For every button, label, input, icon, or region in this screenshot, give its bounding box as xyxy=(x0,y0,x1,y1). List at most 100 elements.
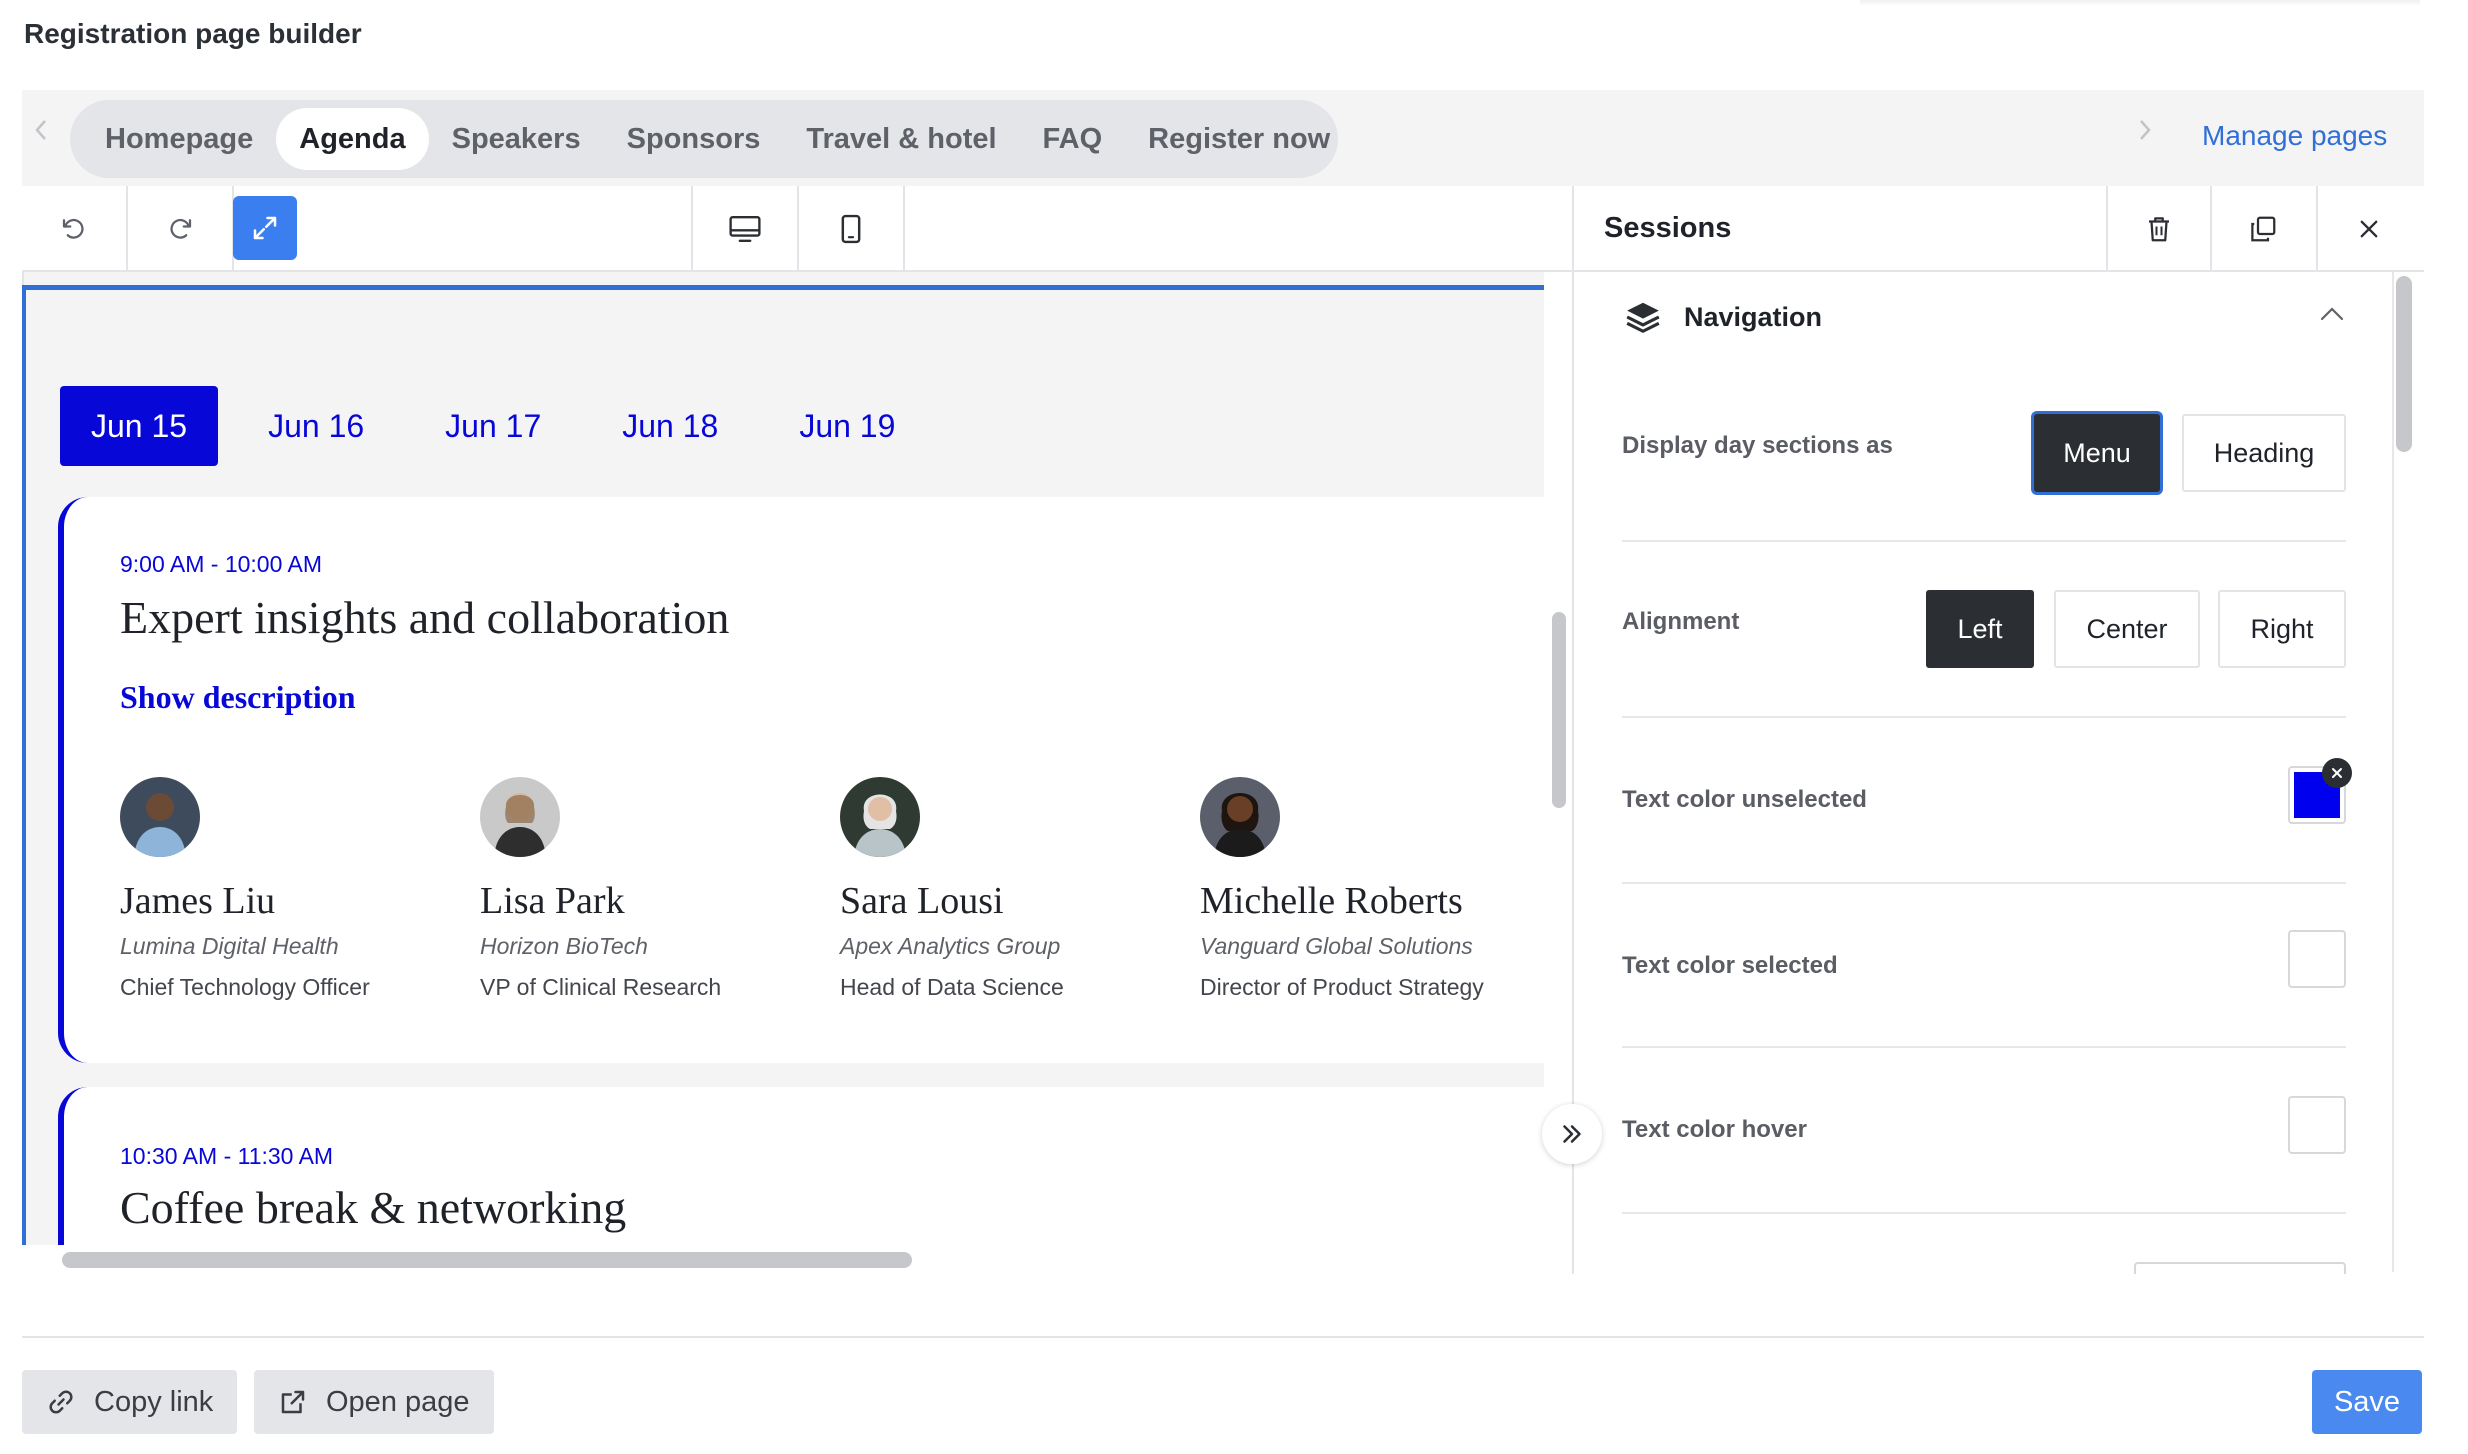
undo-icon xyxy=(62,218,84,239)
alignment-label: Alignment xyxy=(1622,608,1740,635)
day-tab-jun-18[interactable]: Jun 18 xyxy=(591,386,749,466)
speaker-card[interactable]: James Liu Lumina Digital Health Chief Te… xyxy=(120,777,480,1001)
avatar xyxy=(480,777,560,857)
text-color-selected-swatch[interactable] xyxy=(2288,930,2346,988)
avatar xyxy=(120,777,200,857)
tab-speakers[interactable]: Speakers xyxy=(429,108,604,170)
tab-homepage[interactable]: Homepage xyxy=(82,108,276,170)
selection-outline xyxy=(22,285,26,1245)
align-right-option[interactable]: Right xyxy=(2218,590,2346,668)
speaker-name: James Liu xyxy=(120,880,276,922)
close-panel-button[interactable] xyxy=(2316,186,2420,272)
tab-sponsors[interactable]: Sponsors xyxy=(604,108,784,170)
open-page-button[interactable]: Open page xyxy=(254,1370,494,1434)
footer-divider xyxy=(22,1336,2424,1338)
canvas-horizontal-scrollbar[interactable] xyxy=(62,1252,912,1268)
speaker-company: Lumina Digital Health xyxy=(120,933,339,959)
row-divider xyxy=(1622,882,2346,884)
text-color-hover-label: Text color hover xyxy=(1622,1116,1807,1143)
section-title[interactable]: Navigation xyxy=(1684,302,1822,333)
tab-register-now[interactable]: Register now xyxy=(1125,108,1353,170)
speaker-role: Chief Technology Officer xyxy=(120,974,370,1000)
speaker-company: Vanguard Global Solutions xyxy=(1200,933,1473,959)
avatar xyxy=(840,777,920,857)
desktop-icon xyxy=(729,216,761,242)
speaker-card[interactable]: Sara Lousi Apex Analytics Group Head of … xyxy=(840,777,1200,1001)
day-tabs: Jun 15 Jun 16 Jun 17 Jun 18 Jun 19 xyxy=(60,386,945,466)
manage-pages-link[interactable]: Manage pages xyxy=(2202,120,2387,152)
mobile-icon xyxy=(841,214,861,244)
page-tabs: Homepage Agenda Speakers Sponsors Travel… xyxy=(70,100,1338,178)
collapse-panel-button[interactable] xyxy=(1542,1104,1602,1164)
show-description-link[interactable]: Show description xyxy=(120,679,356,716)
close-icon xyxy=(2332,768,2342,778)
duplicate-icon xyxy=(2251,216,2276,242)
row-divider xyxy=(1622,540,2346,542)
tabs-scroll-right-icon[interactable] xyxy=(2138,118,2158,148)
display-menu-option[interactable]: Menu xyxy=(2034,414,2160,492)
day-tab-jun-15[interactable]: Jun 15 xyxy=(60,386,219,466)
canvas-vertical-scrollbar[interactable] xyxy=(1552,612,1566,808)
save-button[interactable]: Save xyxy=(2312,1370,2422,1434)
panel-header-divider xyxy=(1572,270,2424,272)
session-time: 9:00 AM - 10:00 AM xyxy=(120,551,323,577)
clear-color-button[interactable] xyxy=(2322,758,2352,788)
tab-travel-hotel[interactable]: Travel & hotel xyxy=(783,108,1019,170)
display-heading-option[interactable]: Heading xyxy=(2182,414,2346,492)
delete-button[interactable] xyxy=(2106,186,2210,272)
align-left-option[interactable]: Left xyxy=(1926,590,2034,668)
text-color-hover-swatch[interactable] xyxy=(2288,1096,2346,1154)
display-day-label: Display day sections as xyxy=(1622,432,1893,459)
undo-button[interactable] xyxy=(22,186,126,272)
speaker-name: Michelle Roberts xyxy=(1200,880,1463,922)
speaker-company: Apex Analytics Group xyxy=(840,933,1061,959)
row-divider xyxy=(1622,1046,2346,1048)
mobile-view-button[interactable] xyxy=(799,186,903,272)
text-color-selected-label: Text color selected xyxy=(1622,952,1838,979)
tab-agenda[interactable]: Agenda xyxy=(276,108,429,170)
speaker-role: Director of Product Strategy xyxy=(1200,974,1484,1000)
speaker-name: Sara Lousi xyxy=(840,880,1004,922)
panel-scrollbar-track xyxy=(2392,272,2394,1272)
copy-link-button[interactable]: Copy link xyxy=(22,1370,238,1434)
tabs-scroll-left-icon[interactable] xyxy=(34,118,54,148)
trash-icon xyxy=(2149,217,2169,242)
speaker-company: Horizon BioTech xyxy=(480,933,648,959)
session-title: Expert insights and collaboration xyxy=(120,592,730,643)
copy-link-label: Copy link xyxy=(94,1385,214,1418)
speaker-card[interactable]: Michelle Roberts Vanguard Global Solutio… xyxy=(1200,777,1560,1001)
session-title: Coffee break & networking xyxy=(120,1182,627,1233)
double-chevron-right-icon xyxy=(1563,1125,1581,1143)
partial-field[interactable] xyxy=(2134,1262,2346,1274)
panel-vertical-scrollbar[interactable] xyxy=(2396,276,2412,452)
close-icon xyxy=(2360,220,2378,238)
redo-button[interactable] xyxy=(128,186,232,272)
day-tab-jun-19[interactable]: Jun 19 xyxy=(768,386,926,466)
row-divider xyxy=(1622,1212,2346,1214)
panel-title: Sessions xyxy=(1604,212,1732,244)
layers-icon xyxy=(1624,298,1662,341)
selection-outline xyxy=(22,285,1544,290)
link-icon xyxy=(49,1390,73,1414)
align-center-option[interactable]: Center xyxy=(2054,590,2200,668)
speaker-role: Head of Data Science xyxy=(840,974,1064,1000)
desktop-view-button[interactable] xyxy=(693,186,797,272)
text-color-unselected-label: Text color unselected xyxy=(1622,786,1867,813)
top-edge-shadow xyxy=(1860,0,2420,6)
redo-icon xyxy=(170,218,192,239)
row-divider xyxy=(1622,716,2346,718)
duplicate-button[interactable] xyxy=(2210,186,2314,272)
speaker-card[interactable]: Lisa Park Horizon BioTech VP of Clinical… xyxy=(480,777,840,1001)
day-tab-jun-16[interactable]: Jun 16 xyxy=(237,386,395,466)
session-card[interactable]: 10:30 AM - 11:30 AM Coffee break & netwo… xyxy=(58,1087,1544,1247)
avatar xyxy=(1200,777,1280,857)
session-card[interactable]: 9:00 AM - 10:00 AM Expert insights and c… xyxy=(58,497,1544,1063)
external-link-icon xyxy=(281,1390,305,1414)
expand-button[interactable] xyxy=(233,196,297,260)
chevron-up-icon[interactable] xyxy=(2318,304,2346,329)
speaker-role: VP of Clinical Research xyxy=(480,974,722,1000)
day-tab-jun-17[interactable]: Jun 17 xyxy=(414,386,572,466)
speaker-name: Lisa Park xyxy=(480,880,625,922)
app-title: Registration page builder xyxy=(24,18,362,49)
tab-faq[interactable]: FAQ xyxy=(1020,108,1126,170)
